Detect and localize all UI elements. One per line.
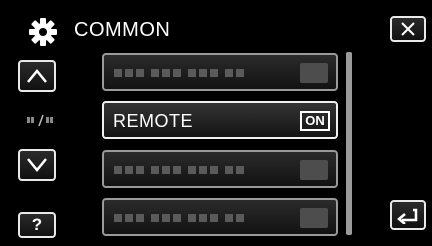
placeholder-value <box>300 208 328 228</box>
page-title: COMMON <box>74 19 171 41</box>
menu-item[interactable] <box>102 150 338 188</box>
remote-value-badge: ON <box>300 111 330 131</box>
scroll-down-button[interactable] <box>18 149 56 181</box>
placeholder-text <box>114 214 244 222</box>
menu-item-remote[interactable]: REMOTE ON <box>102 101 338 139</box>
menu-item-label: REMOTE <box>113 111 194 131</box>
placeholder-text <box>114 166 244 174</box>
help-label: ? <box>31 215 43 234</box>
page-indicator <box>27 114 53 127</box>
return-arrow-icon <box>397 208 418 224</box>
chevron-up-icon <box>27 69 47 83</box>
scrollbar-thumb[interactable] <box>346 52 352 235</box>
gear-icon <box>29 18 57 46</box>
close-icon <box>401 22 415 36</box>
chevron-down-icon <box>27 158 47 172</box>
placeholder-value <box>300 160 328 180</box>
scroll-up-button[interactable] <box>18 60 56 92</box>
help-button[interactable]: ? <box>18 212 56 238</box>
menu-item[interactable] <box>102 198 338 236</box>
placeholder-text <box>114 69 244 77</box>
back-button[interactable] <box>390 200 426 230</box>
close-button[interactable] <box>390 16 426 42</box>
menu-item[interactable] <box>102 53 338 91</box>
placeholder-value <box>300 63 328 83</box>
